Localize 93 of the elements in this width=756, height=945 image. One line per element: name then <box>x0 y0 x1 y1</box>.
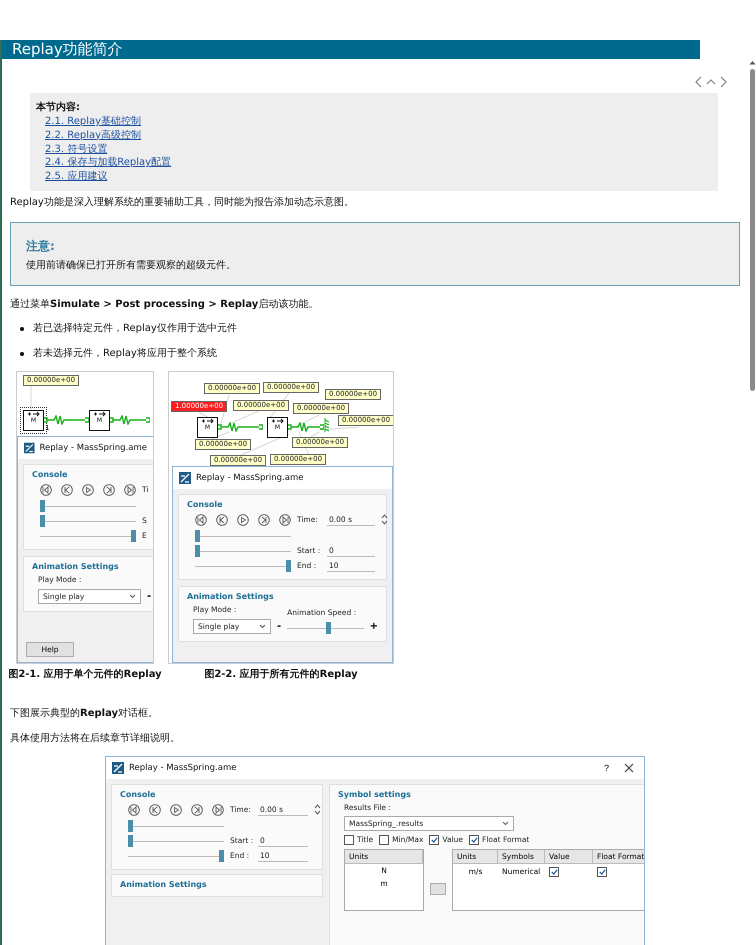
toc-link[interactable]: 2.4. 保存与加载Replay配置 <box>45 156 172 170</box>
leader-line <box>198 412 210 418</box>
toc-link[interactable]: 2.3. 符号设置 <box>45 142 108 156</box>
slider-thumb[interactable] <box>131 530 136 542</box>
slider-track[interactable] <box>40 514 136 527</box>
panel-title: Animation Settings <box>32 562 120 571</box>
step-forward-icon[interactable] <box>103 484 115 496</box>
bullet-icon <box>20 326 24 331</box>
checkbox[interactable] <box>469 834 480 845</box>
step-back-icon[interactable] <box>149 804 161 816</box>
toc-link[interactable]: 2.1. Replay基础控制 <box>45 115 142 129</box>
slider-track[interactable] <box>195 560 291 572</box>
panel-title: Animation Settings <box>187 592 275 601</box>
paragraph: 具体使用方法将在后续章节详细说明。 <box>10 732 181 746</box>
play-icon[interactable] <box>82 484 94 496</box>
slider-track[interactable] <box>128 850 224 862</box>
skip-forward-icon[interactable] <box>279 514 291 526</box>
checkbox[interactable] <box>549 866 559 877</box>
step-back-icon[interactable] <box>61 484 73 496</box>
slider-track[interactable] <box>128 820 224 832</box>
spring-icon <box>288 422 324 432</box>
paragraph: 通过菜单Simulate > Post processing > Replay启动该功能。 <box>10 298 320 312</box>
checkbox[interactable] <box>597 866 607 877</box>
wall-icon <box>324 418 330 432</box>
spring-icon <box>44 414 89 425</box>
dialog-title: Replay - MassSpring.ame <box>196 472 304 483</box>
scroll-up-icon[interactable] <box>748 60 756 65</box>
note-title: 注意: <box>26 238 56 255</box>
slider-track[interactable] <box>40 500 136 512</box>
toc-heading: 本节内容: <box>36 101 81 115</box>
dialog-title: Replay - MassSpring.ame <box>129 762 238 773</box>
increase-sign[interactable]: + <box>370 618 378 634</box>
slider-thumb[interactable] <box>128 820 133 832</box>
checkbox[interactable] <box>429 834 440 845</box>
app-icon <box>24 442 35 454</box>
figure-caption: 图2-1. 应用于单个元件的Replay <box>8 667 162 681</box>
leader-line <box>208 432 230 440</box>
play-icon[interactable] <box>237 514 249 526</box>
slider-thumb[interactable] <box>219 850 224 862</box>
chevron-right-icon[interactable] <box>718 76 728 88</box>
skip-forward-icon[interactable] <box>124 484 136 496</box>
note-text: 使用前请确保已打开所有需要观察的超级元件。 <box>26 258 237 272</box>
decrease-sign[interactable]: - <box>147 588 152 604</box>
step-forward-icon[interactable] <box>258 514 270 526</box>
toc-link[interactable]: 2.5. 应用建议 <box>45 170 108 184</box>
panel-title: Symbol settings <box>338 790 412 799</box>
toc-link[interactable]: 2.2. Replay高级控制 <box>45 128 142 143</box>
dialog-title: Replay - MassSpring.ame <box>40 442 147 453</box>
spring-icon <box>218 422 263 432</box>
figure-caption: 图2-2. 应用于所有元件的Replay <box>204 667 358 681</box>
slider-track[interactable] <box>40 530 136 542</box>
panel-title: Console <box>120 790 156 799</box>
slider-thumb[interactable] <box>128 834 133 847</box>
slider-track[interactable] <box>195 530 291 542</box>
skip-forward-icon[interactable] <box>212 804 224 816</box>
paragraph: Replay功能是深入理解系统的重要辅助工具，同时能为报告添加动态示意图。 <box>10 196 355 210</box>
panel-title: Animation Settings <box>120 880 208 889</box>
panel-title: Console <box>32 470 68 479</box>
spring-icon <box>110 414 150 425</box>
slider-thumb[interactable] <box>40 500 45 512</box>
slider-thumb[interactable] <box>195 544 200 557</box>
chevron-down-icon <box>502 820 509 826</box>
slider-track[interactable] <box>195 544 291 557</box>
panel-title: Console <box>187 500 224 509</box>
bullet-item: 若已选择特定元件，Replay仅作用于选中元件 <box>33 322 237 336</box>
help-button[interactable]: ? <box>598 762 615 773</box>
checkbox[interactable] <box>379 834 390 845</box>
play-icon[interactable] <box>170 804 182 816</box>
skip-back-icon[interactable] <box>40 484 52 496</box>
checkbox[interactable] <box>344 834 354 845</box>
spinner-icon[interactable] <box>314 804 321 816</box>
paragraph: 下图展示典型的Replay对话框。 <box>10 706 160 721</box>
decrease-sign[interactable]: - <box>277 618 282 634</box>
slider-track[interactable] <box>287 622 364 634</box>
skip-back-icon[interactable] <box>195 514 207 526</box>
step-back-icon[interactable] <box>216 514 228 526</box>
skip-back-icon[interactable] <box>128 804 140 816</box>
app-icon <box>112 762 124 774</box>
scrollbar-thumb[interactable] <box>750 69 754 391</box>
chevron-down-icon <box>259 624 266 629</box>
slider-thumb[interactable] <box>326 622 332 634</box>
slider-thumb[interactable] <box>40 514 45 527</box>
bullet-icon <box>20 352 24 356</box>
slider-thumb[interactable] <box>195 530 200 542</box>
app-icon <box>179 472 191 484</box>
page-title: Replay功能简介 <box>2 40 700 59</box>
slider-track[interactable] <box>128 834 224 847</box>
step-forward-icon[interactable] <box>191 804 203 816</box>
chevron-left-icon[interactable] <box>694 76 704 88</box>
slider-thumb[interactable] <box>286 560 291 572</box>
bullet-item: 若未选择元件，Replay将应用于整个系统 <box>33 346 217 361</box>
spinner-icon[interactable] <box>381 514 388 526</box>
chevron-down-icon <box>129 594 136 599</box>
